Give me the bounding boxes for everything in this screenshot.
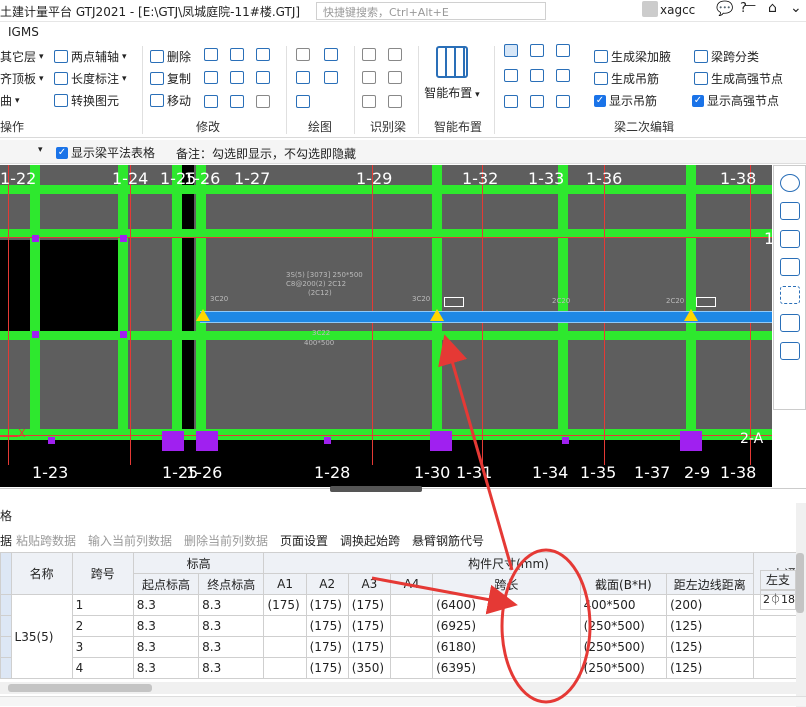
annotation-arrow	[438, 334, 514, 571]
annotation-arrow	[371, 576, 518, 615]
annotation-overlay	[371, 334, 592, 704]
annotation-ellipse	[500, 548, 592, 704]
